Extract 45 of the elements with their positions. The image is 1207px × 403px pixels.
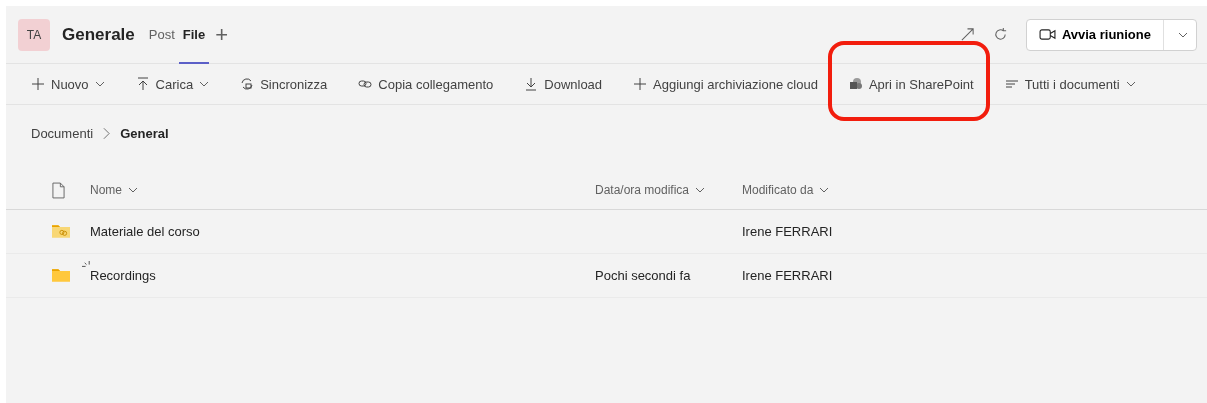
expand-icon[interactable] (959, 27, 975, 42)
chevron-down-icon (128, 187, 138, 193)
modified-date: Pochi secondi fa (595, 268, 691, 283)
toolbar-button[interactable]: Aggiungi archiviazione cloud (624, 69, 827, 99)
link-icon (358, 77, 373, 91)
folder-icon (52, 268, 70, 283)
video-camera-icon (1038, 28, 1056, 41)
file-name[interactable]: Recordings (90, 268, 156, 283)
toolbar-button[interactable]: Tutti i documenti (995, 69, 1145, 99)
toolbar-button[interactable]: Carica (126, 69, 219, 99)
plus-icon (633, 77, 648, 91)
chevron-down-icon (1178, 31, 1188, 38)
toolbar-button[interactable]: Download (515, 69, 612, 99)
column-header[interactable]: Nome (90, 183, 595, 197)
add-tab-button[interactable]: + (209, 21, 235, 48)
sync-icon (240, 77, 255, 91)
upload-icon (135, 77, 150, 91)
sharepoint-icon (848, 77, 863, 91)
chevron-down-icon (94, 81, 105, 87)
chevron-right-icon (103, 126, 111, 140)
file-type-icon (52, 181, 65, 199)
list-icon (1004, 77, 1019, 91)
toolbar-button[interactable]: Copia collegamento (349, 69, 503, 99)
plus-icon (31, 77, 45, 91)
toolbar-button[interactable]: Nuovo (22, 69, 114, 99)
download-icon (524, 77, 539, 91)
shared-folder-icon (52, 224, 70, 239)
modified-by: Irene FERRARI (742, 268, 833, 283)
breadcrumb-item[interactable]: Documenti (31, 125, 94, 141)
column-header[interactable]: Modificato da (742, 183, 942, 197)
toolbar-button[interactable]: Apri in SharePoint (839, 69, 983, 99)
chevron-down-icon (819, 187, 830, 193)
channel-tab[interactable]: Post (144, 5, 179, 64)
breadcrumb-item[interactable]: General (120, 125, 169, 141)
file-name[interactable]: Materiale del corso (90, 224, 200, 239)
chevron-down-icon (1125, 81, 1136, 87)
toolbar-button[interactable]: Sincronizza (231, 69, 337, 99)
team-avatar: TA (18, 18, 50, 51)
channel-tab[interactable]: File (178, 5, 210, 64)
refresh-icon[interactable] (992, 27, 1008, 42)
column-header[interactable]: Data/ora modifica (595, 183, 742, 197)
channel-title: Generale (62, 24, 135, 45)
chevron-down-icon (695, 187, 706, 193)
chevron-down-icon (199, 81, 210, 87)
modified-by: Irene FERRARI (742, 224, 833, 239)
